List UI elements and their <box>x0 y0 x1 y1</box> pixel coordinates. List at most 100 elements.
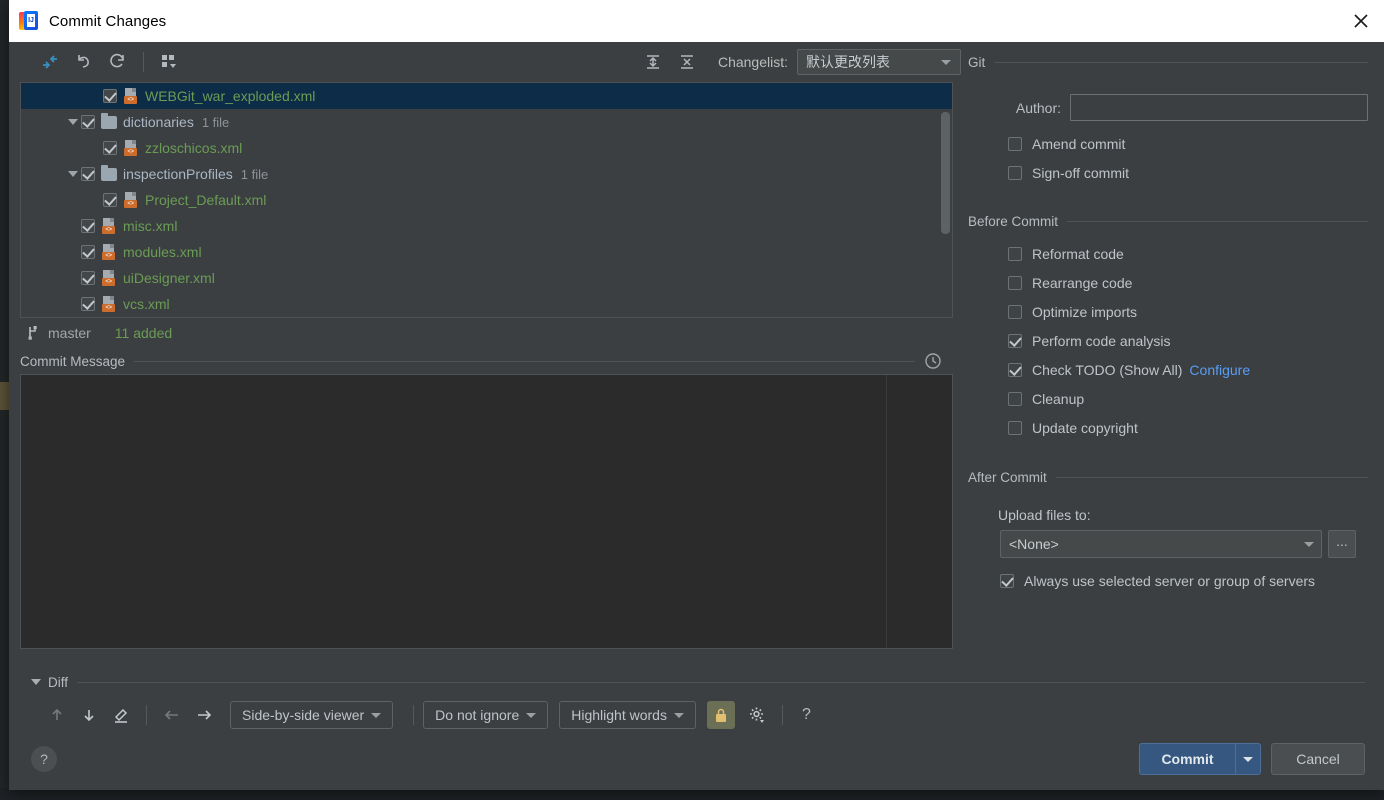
toolbar-separator <box>143 52 144 72</box>
checkbox-box <box>1008 275 1022 290</box>
ignore-mode-dropdown[interactable]: Do not ignore <box>423 701 549 729</box>
close-icon[interactable] <box>1338 0 1384 42</box>
revert-button[interactable] <box>67 47 101 77</box>
always-use-server-checkbox[interactable]: Always use selected server or group of s… <box>968 566 1368 595</box>
checkbox-label: Optimize imports <box>1032 303 1138 320</box>
file-checkbox[interactable] <box>81 245 95 259</box>
checkbox-box <box>1008 136 1022 151</box>
cleanup-checkbox[interactable]: Cleanup <box>968 384 1368 413</box>
optimize-imports-checkbox[interactable]: Optimize imports <box>968 297 1368 326</box>
help-button[interactable]: ? <box>31 746 57 772</box>
tree-item-label: modules.xml <box>123 244 202 260</box>
lock-icon[interactable] <box>706 701 735 729</box>
checkbox-box <box>1008 362 1022 377</box>
previous-difference-button[interactable] <box>41 701 73 729</box>
checkbox-box <box>1008 304 1022 319</box>
options-panel: Git Author: Amend commit Sign-off commit … <box>961 42 1384 670</box>
section-divider <box>1055 476 1368 478</box>
file-checkbox[interactable] <box>103 141 117 155</box>
file-checkbox[interactable] <box>81 271 95 285</box>
toolbar-separator <box>413 705 415 725</box>
check-todo-checkbox[interactable]: Check TODO (Show All) Configure <box>968 355 1368 384</box>
checkbox-box <box>1008 391 1022 406</box>
tree-row[interactable]: <> vcs.xml <box>21 291 952 317</box>
section-divider <box>134 360 915 362</box>
previous-file-button[interactable] <box>156 701 188 729</box>
pencil-icon[interactable] <box>105 701 137 729</box>
twisty-placeholder <box>65 265 81 291</box>
upload-files-label: Upload files to: <box>998 507 1091 523</box>
file-checkbox[interactable] <box>81 115 95 129</box>
xml-file-icon: <> <box>101 218 117 234</box>
diff-help-button[interactable]: ? <box>802 706 811 724</box>
refresh-button[interactable] <box>101 47 135 77</box>
update-copyright-checkbox[interactable]: Update copyright <box>968 413 1368 442</box>
file-checkbox[interactable] <box>81 219 95 233</box>
browse-servers-button[interactable]: ... <box>1328 530 1356 558</box>
tree-scrollbar[interactable] <box>941 112 950 234</box>
chevron-down-icon[interactable] <box>65 161 81 187</box>
tree-item-label: vcs.xml <box>123 296 170 312</box>
commit-options-dropdown[interactable] <box>1235 743 1261 775</box>
perform-code-analysis-checkbox[interactable]: Perform code analysis <box>968 326 1368 355</box>
tree-row[interactable]: <> Project_Default.xml <box>21 187 952 213</box>
folder-icon <box>101 164 117 181</box>
checkbox-label: Check TODO (Show All) <box>1032 361 1183 378</box>
branch-name: master <box>48 325 91 341</box>
checkbox-box <box>1008 420 1022 435</box>
commit-message-label: Commit Message <box>20 353 126 369</box>
tree-row[interactable]: inspectionProfiles 1 file <box>21 161 952 187</box>
chevron-down-icon[interactable] <box>65 109 81 135</box>
commit-message-input[interactable] <box>20 374 953 649</box>
collapse-all-icon[interactable] <box>670 47 704 77</box>
tree-row[interactable]: <> modules.xml <box>21 239 952 265</box>
gear-icon[interactable] <box>741 701 773 729</box>
group-by-grid-icon[interactable] <box>152 47 186 77</box>
upload-server-dropdown[interactable]: <None> <box>1000 530 1322 558</box>
chevron-down-icon <box>1304 541 1314 547</box>
checkbox-label: Cleanup <box>1032 390 1085 407</box>
rearrange-code-checkbox[interactable]: Rearrange code <box>968 268 1368 297</box>
checkbox-label: Sign-off commit <box>1032 164 1129 181</box>
next-file-button[interactable] <box>188 701 220 729</box>
sign-off-commit-checkbox[interactable]: Sign-off commit <box>968 158 1368 187</box>
file-checkbox[interactable] <box>103 193 117 207</box>
chevron-down-icon[interactable] <box>31 679 41 685</box>
tree-item-label: Project_Default.xml <box>145 192 267 208</box>
file-checkbox[interactable] <box>81 167 95 181</box>
next-difference-button[interactable] <box>73 701 105 729</box>
tree-item-count: 1 file <box>201 114 230 130</box>
commit-button[interactable]: Commit <box>1139 743 1235 775</box>
reformat-code-checkbox[interactable]: Reformat code <box>968 239 1368 268</box>
before-commit-title: Before Commit <box>968 213 1059 229</box>
xml-file-icon: <> <box>123 192 139 208</box>
checkbox-label: Reformat code <box>1032 245 1124 262</box>
file-checkbox[interactable] <box>81 297 95 311</box>
tree-row[interactable]: <> misc.xml <box>21 213 952 239</box>
author-row: Author: <box>968 94 1368 121</box>
changed-files-tree[interactable]: <> WEBGit_war_exploded.xml dictionaries 1 f… <box>20 82 953 318</box>
author-field[interactable] <box>1070 94 1368 121</box>
cancel-button[interactable]: Cancel <box>1271 743 1365 775</box>
tree-row[interactable]: <> WEBGit_war_exploded.xml <box>21 83 952 109</box>
added-count: 11 added <box>114 325 173 341</box>
amend-commit-checkbox[interactable]: Amend commit <box>968 129 1368 158</box>
tree-row[interactable]: <> uiDesigner.xml <box>21 265 952 291</box>
right-margin-guide <box>886 375 887 648</box>
dialog-footer: ? Commit Cancel <box>9 728 1384 790</box>
show-diff-button[interactable] <box>33 47 67 77</box>
expand-all-icon[interactable] <box>636 47 670 77</box>
changelist-dropdown[interactable]: 默认更改列表 <box>797 49 961 75</box>
highlight-mode-dropdown[interactable]: Highlight words <box>559 701 696 729</box>
folder-icon <box>101 112 117 129</box>
twisty-placeholder <box>87 187 103 213</box>
tree-row[interactable]: dictionaries 1 file <box>21 109 952 135</box>
git-section-title: Git <box>968 54 986 70</box>
clock-history-icon[interactable] <box>924 352 942 370</box>
file-checkbox[interactable] <box>103 89 117 103</box>
viewer-mode-dropdown[interactable]: Side-by-side viewer <box>230 701 394 729</box>
configure-link[interactable]: Configure <box>1189 362 1250 378</box>
dialog-titlebar: IJ Commit Changes <box>9 0 1384 42</box>
tree-row[interactable]: <> zzloschicos.xml <box>21 135 952 161</box>
chevron-down-icon <box>526 712 537 718</box>
